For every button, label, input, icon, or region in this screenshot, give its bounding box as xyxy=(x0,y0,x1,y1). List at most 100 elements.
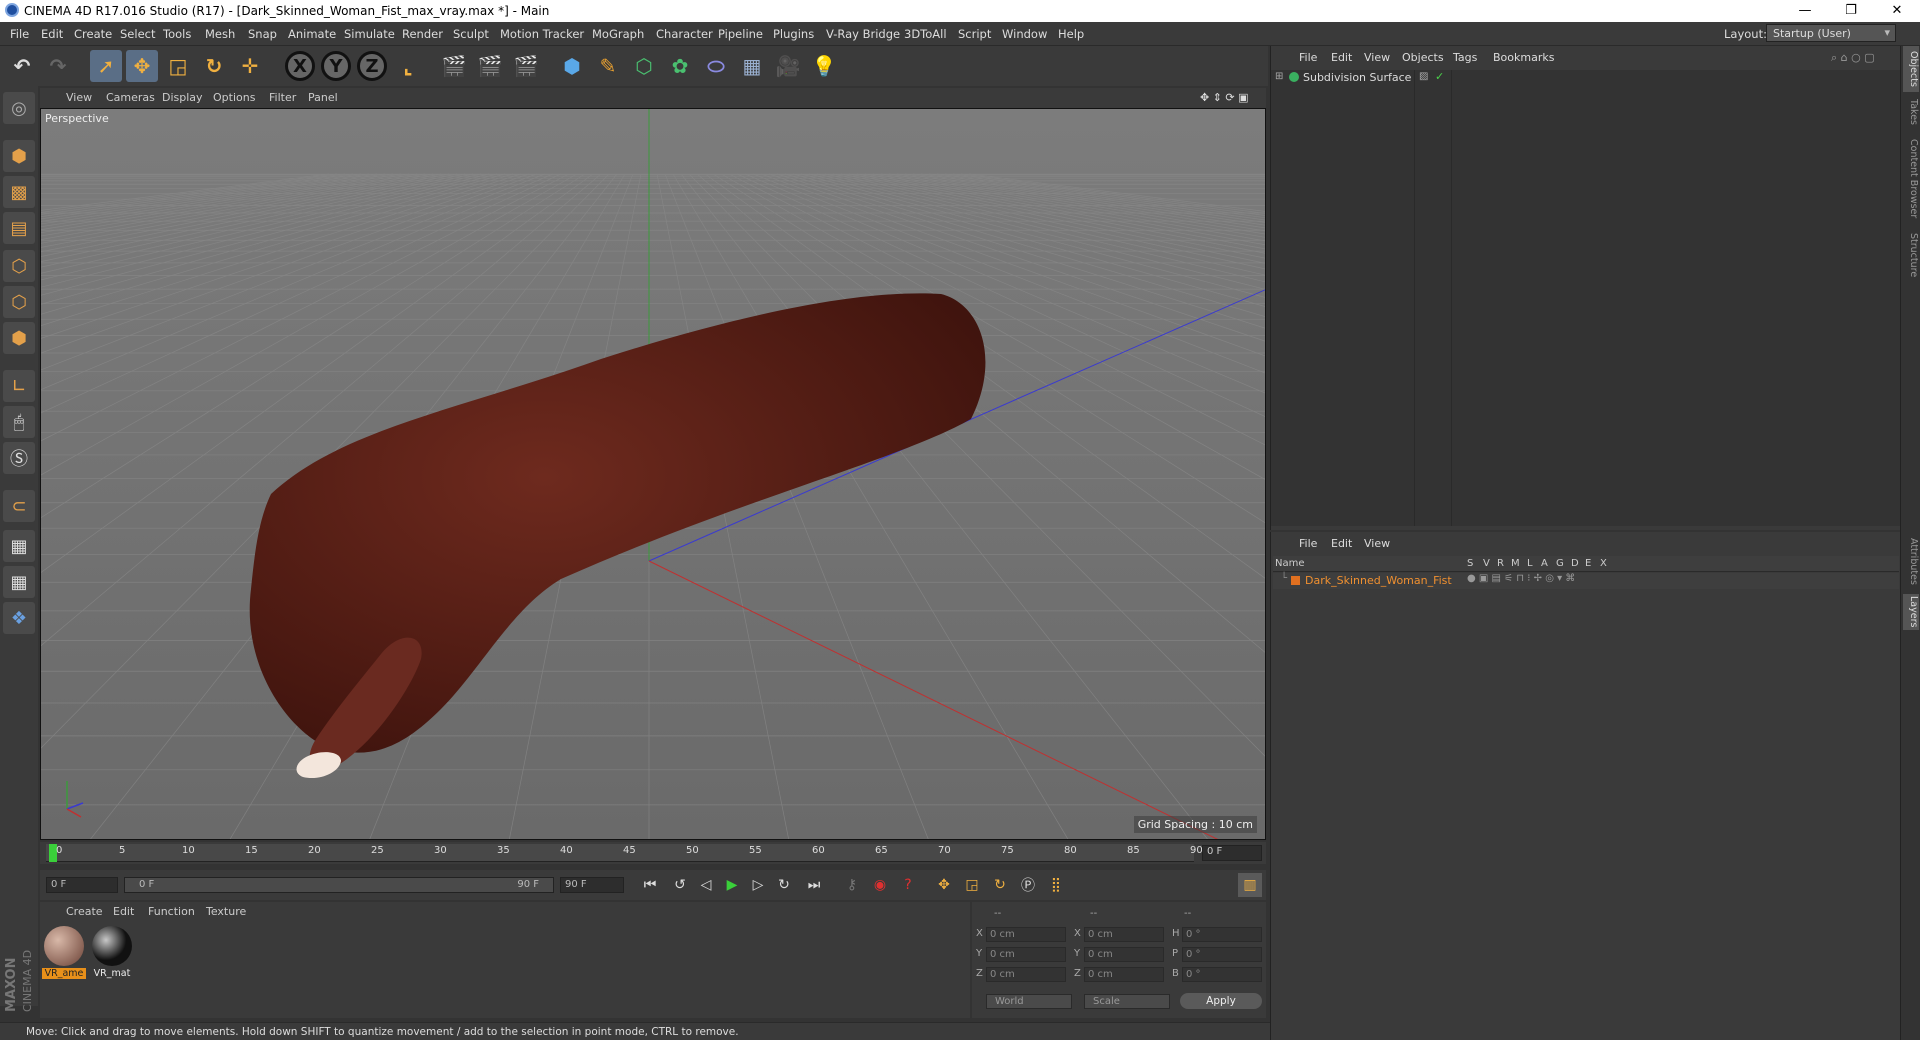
column-manager[interactable]: M xyxy=(1511,558,1520,569)
planar-workplane-button[interactable]: ▦ xyxy=(3,566,35,598)
menu-3dtoall[interactable]: 3DToAll xyxy=(904,27,947,41)
key-rotation-button[interactable]: ↻ xyxy=(988,873,1012,897)
object-menu-tags[interactable]: Tags xyxy=(1453,51,1477,64)
render-picture-viewer-button[interactable]: 🎬 xyxy=(474,50,506,82)
material-menu-create[interactable]: Create xyxy=(66,905,103,918)
layer-row[interactable]: └ Dark_Skinned_Woman_Fist ● ▣ ▤ ⚟ ⊓ ⁝ ✢ … xyxy=(1273,573,1899,589)
x-axis-button[interactable]: X xyxy=(284,50,316,82)
size-y-field[interactable]: 0 cm xyxy=(1084,947,1164,962)
workplane-mode-button[interactable]: ▤ xyxy=(3,212,35,244)
tab-content-browser[interactable]: Content Browser xyxy=(1903,134,1919,224)
menu-select[interactable]: Select xyxy=(120,27,155,41)
array-button[interactable]: ✿ xyxy=(664,50,696,82)
polygons-mode-button[interactable]: ⬢ xyxy=(3,322,35,354)
layer-color-swatch[interactable] xyxy=(1291,576,1300,585)
apply-button[interactable]: Apply xyxy=(1180,993,1262,1009)
python-button[interactable]: ❖ xyxy=(3,602,35,634)
layer-menu-edit[interactable]: Edit xyxy=(1331,537,1352,550)
record-keys-button[interactable]: ⚷ xyxy=(840,873,864,897)
light-button[interactable]: 💡 xyxy=(808,50,840,82)
perspective-viewport[interactable]: Perspective Grid Spacing : 10 cm xyxy=(40,108,1266,840)
layer-name[interactable]: Dark_Skinned_Woman_Fist xyxy=(1305,574,1452,587)
render-settings-button[interactable]: 🎬 xyxy=(510,50,542,82)
next-frame-button[interactable]: ▷ xyxy=(746,873,770,897)
object-menu-objects[interactable]: Objects xyxy=(1402,51,1444,64)
cube-button[interactable]: ⬢ xyxy=(556,50,588,82)
go-to-end-button[interactable]: ⏭ xyxy=(802,873,826,897)
rotation-p-field[interactable]: 0 ° xyxy=(1182,947,1262,962)
move-button[interactable]: ✥ xyxy=(126,50,158,82)
object-menu-edit[interactable]: Edit xyxy=(1331,51,1352,64)
end-frame-field[interactable]: 90 F xyxy=(560,877,624,893)
scale-button[interactable]: ◲ xyxy=(162,50,194,82)
key-pla-button[interactable]: ⣿ xyxy=(1044,873,1068,897)
menu-pipeline[interactable]: Pipeline xyxy=(718,27,763,41)
menu-character[interactable]: Character xyxy=(656,27,713,41)
position-z-field[interactable]: 0 cm xyxy=(986,967,1066,982)
object-menu-view[interactable]: View xyxy=(1364,51,1390,64)
column-solo[interactable]: S xyxy=(1467,558,1473,569)
viewport-menu-filter[interactable]: Filter xyxy=(269,91,296,104)
previous-frame-button[interactable]: ◁ xyxy=(694,873,718,897)
key-position-button[interactable]: ✥ xyxy=(932,873,956,897)
material-menu-texture[interactable]: Texture xyxy=(206,905,246,918)
live-selection-button[interactable]: ➚ xyxy=(90,50,122,82)
material-swatch[interactable]: VR_ame xyxy=(42,926,86,982)
column-view[interactable]: V xyxy=(1483,558,1490,569)
object-menu-file[interactable]: File xyxy=(1299,51,1317,64)
tab-objects[interactable]: Objects xyxy=(1903,46,1919,92)
column-animation[interactable]: A xyxy=(1541,558,1548,569)
menu-tools[interactable]: Tools xyxy=(163,27,191,41)
size-mode-select[interactable]: Scale xyxy=(1084,994,1170,1009)
position-x-field[interactable]: 0 cm xyxy=(986,927,1066,942)
layer-toggle-icons[interactable]: ● ▣ ▤ ⚟ ⊓ ⁝ ✢ ◎ ▾ ⌘ xyxy=(1467,573,1575,584)
enabled-check-icon[interactable]: ✓ xyxy=(1435,70,1444,83)
viewport-menu-options[interactable]: Options xyxy=(213,91,255,104)
viewport-menu-display[interactable]: Display xyxy=(162,91,203,104)
menu-script[interactable]: Script xyxy=(958,27,991,41)
size-x-field[interactable]: 0 cm xyxy=(1084,927,1164,942)
key-parameter-button[interactable]: Ⓟ xyxy=(1016,873,1040,897)
layer-menu-file[interactable]: File xyxy=(1299,537,1317,550)
menu-snap[interactable]: Snap xyxy=(248,27,277,41)
play-button[interactable]: ▶ xyxy=(720,873,744,897)
snap-button[interactable]: Ⓢ xyxy=(3,442,35,474)
go-to-start-button[interactable]: ⏮ xyxy=(638,873,662,897)
menu-mesh[interactable]: Mesh xyxy=(205,27,235,41)
points-mode-button[interactable]: ⬡ xyxy=(3,250,35,282)
enable-snap-button[interactable]: ⊂ xyxy=(3,490,35,522)
rotation-b-field[interactable]: 0 ° xyxy=(1182,967,1262,982)
menu-file[interactable]: File xyxy=(10,27,29,41)
minimize-button[interactable]: — xyxy=(1782,0,1828,22)
subdivision-button[interactable]: ⬡ xyxy=(628,50,660,82)
tab-structure[interactable]: Structure xyxy=(1903,230,1919,280)
menu-simulate[interactable]: Simulate xyxy=(344,27,395,41)
timeline-ruler[interactable]: 0 5 10 15 20 25 30 35 40 45 50 55 60 65 70 75 80 85 90 0 F xyxy=(40,842,1266,864)
next-key-button[interactable]: ↻ xyxy=(772,873,796,897)
menu-vray-bridge[interactable]: V-Ray Bridge xyxy=(826,27,900,41)
object-list[interactable]: ⊞ Subdivision Surface ▨ ✓ xyxy=(1271,70,1901,526)
column-generators[interactable]: G xyxy=(1556,558,1564,569)
restore-button[interactable]: ❐ xyxy=(1828,0,1874,22)
material-menu-function[interactable]: Function xyxy=(148,905,195,918)
viewport-menu-view[interactable]: View xyxy=(66,91,92,104)
edges-mode-button[interactable]: ⬡ xyxy=(3,286,35,318)
position-y-field[interactable]: 0 cm xyxy=(986,947,1066,962)
coordinate-system-button[interactable]: ⌞ xyxy=(392,50,424,82)
menu-mograph[interactable]: MoGraph xyxy=(592,27,644,41)
menu-plugins[interactable]: Plugins xyxy=(773,27,814,41)
object-name[interactable]: Subdivision Surface xyxy=(1303,71,1411,84)
texture-mode-button[interactable]: ▩ xyxy=(3,176,35,208)
layout-select[interactable]: Startup (User) xyxy=(1766,24,1896,42)
autokeying-button[interactable]: ◉ xyxy=(868,873,892,897)
viewport-menu-panel[interactable]: Panel xyxy=(308,91,338,104)
menu-sculpt[interactable]: Sculpt xyxy=(453,27,489,41)
column-deformers[interactable]: D xyxy=(1571,558,1579,569)
floor-button[interactable]: ▦ xyxy=(736,50,768,82)
tab-layers[interactable]: Layers xyxy=(1903,594,1919,630)
material-swatch[interactable]: VR_mat xyxy=(90,926,134,982)
axis-mode-button[interactable]: ∟ xyxy=(3,370,35,402)
key-scale-button[interactable]: ◲ xyxy=(960,873,984,897)
expand-icon[interactable]: ⊞ xyxy=(1275,71,1283,82)
make-editable-button[interactable]: ◎ xyxy=(3,92,35,124)
